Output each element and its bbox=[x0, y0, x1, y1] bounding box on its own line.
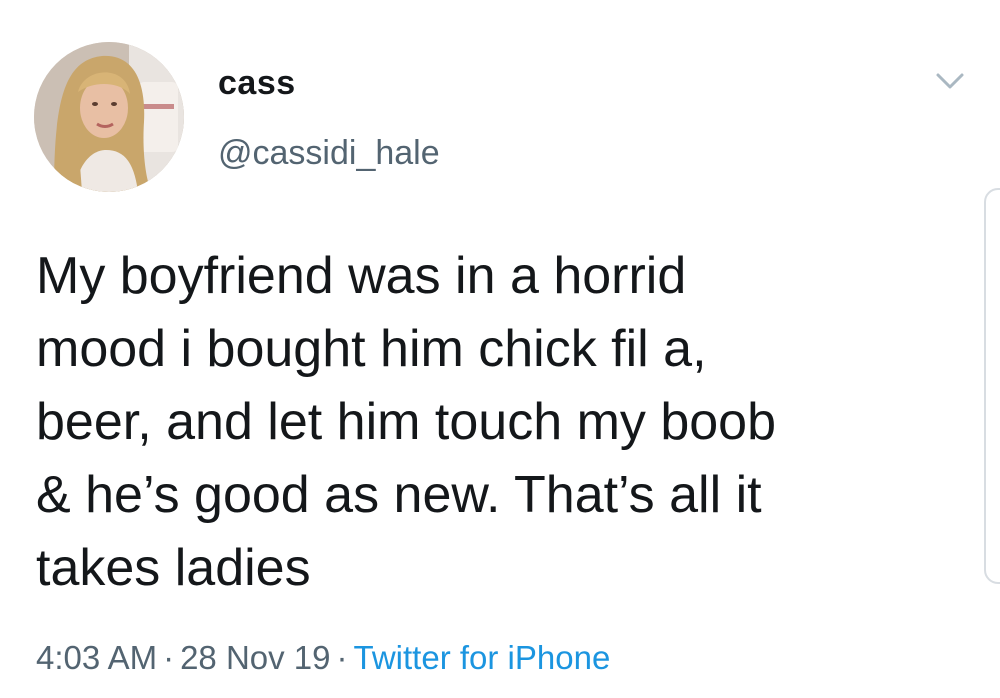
chevron-down-icon[interactable] bbox=[930, 66, 970, 96]
tweet-metadata: 4:03 AM · 28 Nov 19 · Twitter for iPhone bbox=[36, 641, 610, 674]
scrollbar[interactable] bbox=[984, 188, 1000, 584]
tweet-text: My boyfriend was in a horrid mood i boug… bbox=[36, 240, 966, 605]
tweet-card: cass @cassidi_hale My boyfriend was in a… bbox=[0, 0, 1000, 698]
tweet-text-line: & he’s good as new. That’s all it bbox=[36, 466, 762, 524]
tweet-time[interactable]: 4:03 AM bbox=[36, 639, 157, 676]
tweet-text-line: beer, and let him touch my boob bbox=[36, 393, 777, 451]
tweet-text-line: mood i bought him chick fil a, bbox=[36, 320, 707, 378]
tweet-text-line: My boyfriend was in a horrid bbox=[36, 247, 687, 305]
tweet-text-line: takes ladies bbox=[36, 539, 311, 597]
avatar-photo bbox=[34, 42, 184, 192]
meta-separator: · bbox=[336, 639, 348, 676]
user-handle[interactable]: @cassidi_hale bbox=[218, 136, 440, 170]
tweet-date[interactable]: 28 Nov 19 bbox=[180, 639, 330, 676]
avatar[interactable] bbox=[34, 42, 184, 192]
meta-separator: · bbox=[163, 639, 175, 676]
tweet-source-link[interactable]: Twitter for iPhone bbox=[354, 639, 611, 676]
display-name[interactable]: cass bbox=[218, 66, 296, 100]
